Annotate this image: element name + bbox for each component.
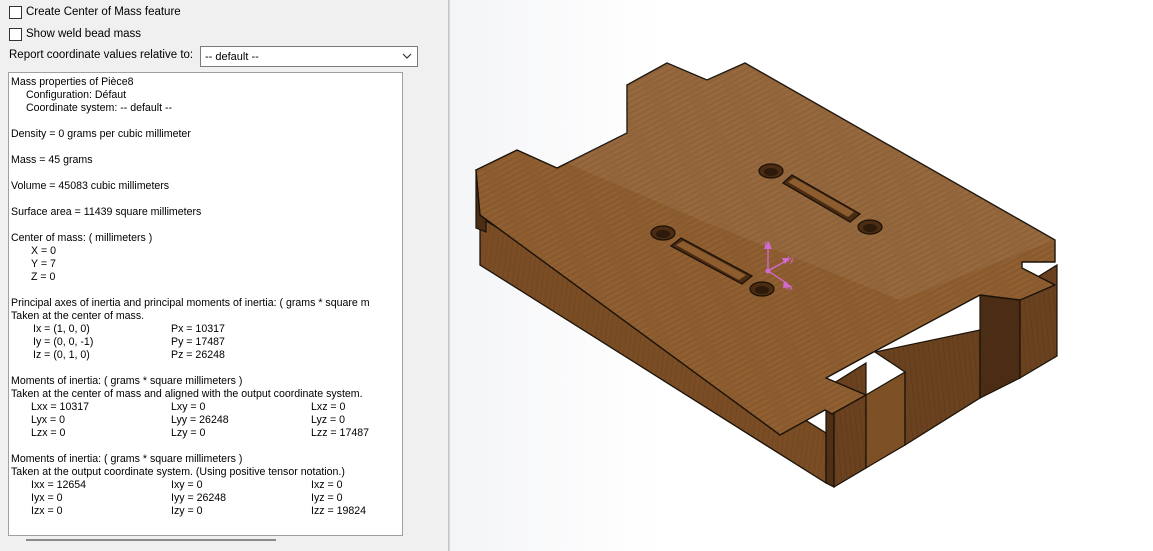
moi-com-lzy: Lzy = 0 xyxy=(171,427,206,439)
result-configuration: Configuration: Défaut xyxy=(26,89,127,101)
moi-com-lyy: Lyy = 26248 xyxy=(171,414,229,426)
result-principal-taken: Taken at the center of mass. xyxy=(11,310,145,322)
result-surface-area: Surface area = 11439 square millimeters xyxy=(11,206,202,218)
principal-moment-py: Py = 17487 xyxy=(171,336,225,348)
moi-com-lyx: Lyx = 0 xyxy=(31,414,66,426)
result-principal-header: Principal axes of inertia and principal … xyxy=(11,297,370,309)
result-moi-out-taken: Taken at the output coordinate system. (… xyxy=(11,466,345,478)
result-title: Mass properties of Pièce8 xyxy=(11,76,134,88)
principal-moment-pz: Pz = 26248 xyxy=(171,349,225,361)
result-com-x: X = 0 xyxy=(31,245,57,257)
moi-out-iyy: Iyy = 26248 xyxy=(171,492,227,504)
moi-com-lyz: Lyz = 0 xyxy=(311,414,346,426)
moi-out-izz: Izz = 19824 xyxy=(311,505,367,517)
moi-com-lzz: Lzz = 17487 xyxy=(311,427,370,439)
principal-axis-ix: Ix = (1, 0, 0) xyxy=(33,323,90,335)
triad-label-z: Iz xyxy=(764,240,771,249)
triad-label-y: Iy xyxy=(787,255,794,264)
moi-out-ixx: Ixx = 12654 xyxy=(31,479,87,491)
coordinate-system-value: -- default -- xyxy=(205,50,259,63)
result-moi-out-header: Moments of inertia: ( grams * square mil… xyxy=(11,453,243,465)
scrollbar-thumb[interactable] xyxy=(26,539,276,541)
hole-2 xyxy=(857,219,883,235)
result-coordinate-system: Coordinate system: -- default -- xyxy=(26,102,173,114)
result-moi-com-taken: Taken at the center of mass and aligned … xyxy=(11,388,363,400)
principal-axis-iz: Iz = (0, 1, 0) xyxy=(33,349,90,361)
part-model: Iz Iy Ix xyxy=(475,62,1058,489)
result-com-header: Center of mass: ( millimeters ) xyxy=(11,232,153,244)
moi-out-ixz: Ixz = 0 xyxy=(311,479,343,491)
show-weld-checkbox[interactable] xyxy=(9,27,22,41)
report-relative-label: Report coordinate values relative to: xyxy=(9,49,194,61)
hole-3 xyxy=(650,225,676,241)
principal-axis-iy: Iy = (0, 0, -1) xyxy=(33,336,94,348)
hole-4 xyxy=(749,281,775,297)
result-moi-com-header: Moments of inertia: ( grams * square mil… xyxy=(11,375,243,387)
create-com-checkbox[interactable] xyxy=(9,5,22,19)
result-volume: Volume = 45083 cubic millimeters xyxy=(11,180,170,192)
coordinate-system-select[interactable]: -- default -- xyxy=(200,46,418,67)
moi-out-iyx: Iyx = 0 xyxy=(31,492,63,504)
chevron-down-icon xyxy=(402,53,412,59)
show-weld-option[interactable]: Show weld bead mass xyxy=(9,26,141,42)
create-com-option[interactable]: Create Center of Mass feature xyxy=(9,4,181,20)
moi-com-lzx: Lzx = 0 xyxy=(31,427,66,439)
results-text-box[interactable]: Mass properties of Pièce8 Configuration:… xyxy=(8,72,403,536)
moi-com-lxy: Lxy = 0 xyxy=(171,401,206,413)
show-weld-label: Show weld bead mass xyxy=(26,28,142,40)
moi-out-izy: Izy = 0 xyxy=(171,505,203,517)
result-mass: Mass = 45 grams xyxy=(11,154,93,166)
triad-label-x: Ix xyxy=(786,283,793,292)
part-notch-back-face xyxy=(865,370,906,470)
create-com-label: Create Center of Mass feature xyxy=(26,6,181,18)
result-density: Density = 0 grams per cubic millimeter xyxy=(11,128,191,140)
mass-properties-panel: Create Center of Mass feature Show weld … xyxy=(0,0,448,551)
graphics-viewport[interactable]: Iz Iy Ix xyxy=(450,0,1153,551)
hole-1 xyxy=(758,163,784,179)
results-horizontal-scrollbar[interactable] xyxy=(8,536,403,546)
moi-out-ixy: Ixy = 0 xyxy=(171,479,203,491)
moi-out-izx: Izx = 0 xyxy=(31,505,63,517)
moi-com-lxz: Lxz = 0 xyxy=(311,401,346,413)
moi-out-iyz: Iyz = 0 xyxy=(311,492,343,504)
part-front-right-face xyxy=(833,361,867,489)
principal-moment-px: Px = 10317 xyxy=(171,323,225,335)
result-com-z: Z = 0 xyxy=(31,271,56,283)
result-com-y: Y = 7 xyxy=(31,258,56,270)
moi-com-lxx: Lxx = 10317 xyxy=(31,401,90,413)
